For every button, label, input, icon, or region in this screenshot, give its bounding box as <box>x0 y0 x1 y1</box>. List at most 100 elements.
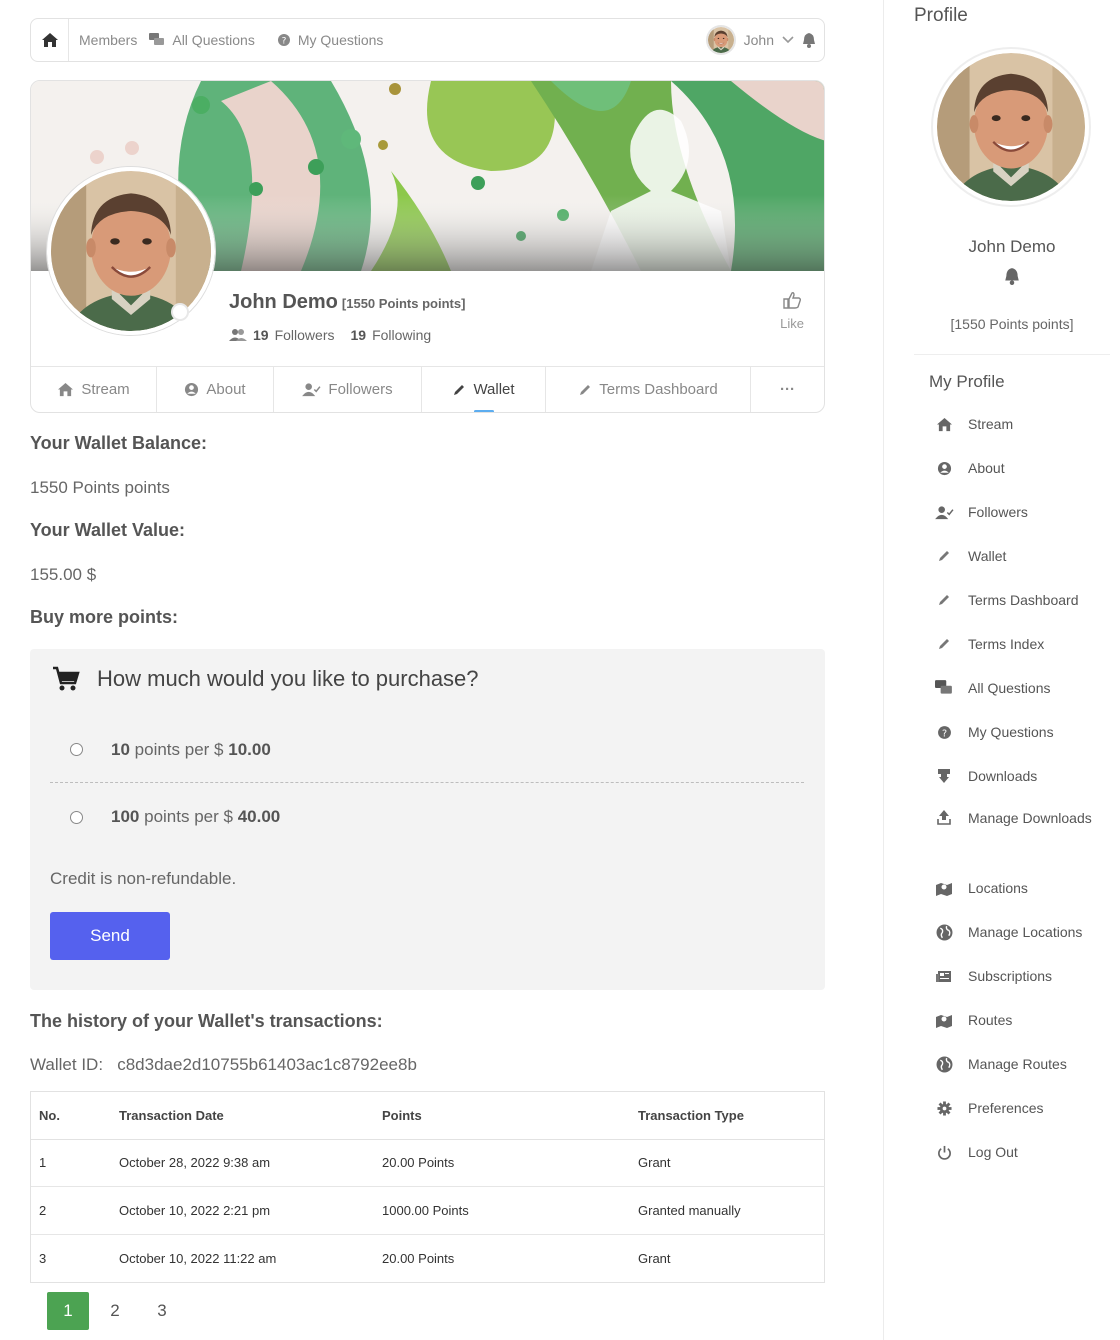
followers-label[interactable]: Followers <box>275 327 335 343</box>
profile-points: [1550 Points points] <box>341 296 466 311</box>
comments-icon <box>149 33 165 45</box>
page-2[interactable]: 2 <box>94 1292 136 1330</box>
table-row: 1 October 28, 2022 9:38 am 20.00 Points … <box>31 1139 825 1187</box>
table-row: 2 October 10, 2022 2:21 pm 1000.00 Point… <box>31 1186 825 1235</box>
sidebar-item-terms-index[interactable]: Terms Index <box>914 622 1110 666</box>
purchase-option-10[interactable]: 10 points per $ 10.00 <box>50 717 804 783</box>
user-name: John <box>743 32 774 48</box>
profile-header: John Demo [1550 Points points] 19 Follower… <box>31 167 824 366</box>
cell-type: Grant <box>630 1139 825 1187</box>
sidebar-item-label: Locations <box>968 880 1028 896</box>
thumbs-up-icon <box>783 292 802 309</box>
tab-about-label: About <box>206 381 246 398</box>
sidebar-divider <box>883 0 884 1340</box>
tab-followers[interactable]: Followers <box>274 367 422 412</box>
sidebar-item-label: My Questions <box>968 724 1054 740</box>
bell-icon <box>1005 268 1019 285</box>
user-circle-icon <box>937 461 951 475</box>
pencil-icon <box>454 384 465 395</box>
sidebar-item-label: Manage Locations <box>968 924 1083 940</box>
following-count[interactable]: 19 <box>350 327 366 343</box>
svg-text:?: ? <box>281 37 286 47</box>
wallet-balance-value: 1550 Points points <box>30 478 170 497</box>
upload-icon <box>937 810 951 825</box>
sidebar-item-manage-routes[interactable]: Manage Routes <box>914 1042 1110 1086</box>
home-icon <box>41 33 58 47</box>
followers-count[interactable]: 19 <box>253 327 269 343</box>
tab-about[interactable]: About <box>157 367 274 412</box>
tab-wallet[interactable]: Wallet <box>422 367 546 412</box>
sidebar-item-subscriptions[interactable]: Subscriptions <box>914 954 1110 998</box>
tab-stream[interactable]: Stream <box>31 367 157 412</box>
tab-more[interactable]: ··· <box>751 367 824 412</box>
nav-members[interactable]: Members <box>79 32 137 48</box>
sidebar-item-label: Stream <box>968 416 1014 432</box>
sidebar-name: John Demo <box>968 237 1056 256</box>
download-icon <box>938 769 950 783</box>
sidebar-item-terms-dashboard[interactable]: Terms Dashboard <box>914 578 1110 622</box>
sidebar-separator <box>914 354 1110 355</box>
sidebar-item-log-out[interactable]: Log Out <box>914 1130 1110 1174</box>
option-text: points per $ <box>134 739 224 759</box>
sidebar-item-label: Terms Index <box>968 636 1045 652</box>
option-points: 10 <box>111 739 130 759</box>
page-3[interactable]: 3 <box>141 1292 183 1330</box>
sidebar-item-label: Log Out <box>968 1144 1018 1160</box>
cell-type: Grant <box>638 1250 671 1266</box>
following-label[interactable]: Following <box>372 327 431 343</box>
history-heading: The history of your Wallet's transaction… <box>30 1011 383 1031</box>
sidebar-item-routes[interactable]: Routes <box>914 998 1110 1042</box>
tab-wallet-label: Wallet <box>473 381 515 398</box>
sidebar-item-label: About <box>968 460 1005 476</box>
wallet-id-label: Wallet ID: <box>30 1055 104 1074</box>
pagination: 1 2 3 <box>47 1291 825 1330</box>
sidebar-item-label: Followers <box>968 504 1028 520</box>
radio-option-10[interactable] <box>70 743 83 756</box>
sidebar-item-preferences[interactable]: Preferences <box>914 1086 1110 1130</box>
sidebar-item-label: Terms Dashboard <box>968 592 1079 608</box>
question-icon: ? <box>277 34 290 47</box>
nav-all-questions[interactable]: All Questions <box>149 32 255 48</box>
profile-card: John Demo [1550 Points points] 19 Follower… <box>30 80 825 413</box>
sidebar: Profile John Demo [1550 Points points] M… <box>914 0 1110 1174</box>
tab-terms-dashboard[interactable]: Terms Dashboard <box>546 367 751 412</box>
sidebar-item-manage-downloads[interactable]: Manage Downloads <box>914 798 1110 866</box>
svg-text:?: ? <box>941 728 946 739</box>
send-button[interactable]: Send <box>50 912 170 960</box>
sidebar-item-about[interactable]: About <box>914 446 1110 490</box>
top-navbar: Members All Questions ? My Questions Joh… <box>30 18 825 62</box>
like-button[interactable]: Like <box>780 291 804 331</box>
sidebar-item-locations[interactable]: Locations <box>914 866 1110 910</box>
sidebar-item-my-questions[interactable]: ? My Questions <box>914 710 1110 754</box>
nav-my-questions[interactable]: ? My Questions <box>277 32 383 48</box>
cell-type: Granted manually <box>630 1186 825 1235</box>
sidebar-item-wallet[interactable]: Wallet <box>914 534 1110 578</box>
sidebar-item-all-questions[interactable]: All Questions <box>914 666 1110 710</box>
profile-stats: 19 Followers 19 Following <box>229 327 431 343</box>
cell-date: October 28, 2022 9:38 am <box>111 1139 374 1187</box>
option-price: 10.00 <box>228 739 271 759</box>
sidebar-item-followers[interactable]: Followers <box>914 490 1110 534</box>
sidebar-avatar <box>931 47 1091 207</box>
radio-option-100[interactable] <box>70 810 83 824</box>
sidebar-item-label: Routes <box>968 1012 1013 1028</box>
sidebar-notifications[interactable] <box>914 267 1110 290</box>
col-points: Points <box>374 1092 630 1140</box>
power-icon <box>937 1145 951 1160</box>
sidebar-item-manage-locations[interactable]: Manage Locations <box>914 910 1110 954</box>
profile-name-text: John Demo <box>229 291 338 313</box>
home-button[interactable] <box>31 19 69 61</box>
purchase-option-100[interactable]: 100 points per $ 40.00 <box>50 784 804 850</box>
user-menu[interactable]: John <box>705 25 816 55</box>
col-type: Transaction Type <box>630 1092 825 1140</box>
sidebar-item-label: Manage Downloads <box>968 810 1092 826</box>
bell-icon[interactable] <box>802 32 816 48</box>
like-label: Like <box>780 316 804 331</box>
sidebar-item-downloads[interactable]: Downloads <box>914 754 1110 798</box>
pencil-icon <box>939 639 949 649</box>
gear-icon <box>936 1100 952 1116</box>
sidebar-item-stream[interactable]: Stream <box>914 402 1110 446</box>
sidebar-menu-heading: My Profile <box>929 372 1005 391</box>
col-date: Transaction Date <box>111 1092 374 1140</box>
page-1[interactable]: 1 <box>47 1291 89 1330</box>
